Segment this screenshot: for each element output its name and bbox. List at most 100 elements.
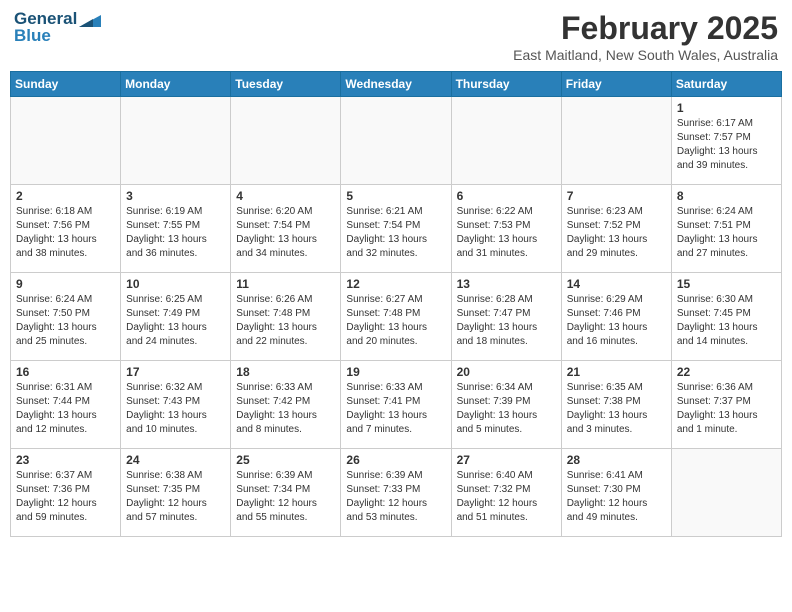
day-number: 10 — [126, 277, 225, 291]
day-info: Sunrise: 6:25 AM Sunset: 7:49 PM Dayligh… — [126, 293, 225, 349]
day-info: Sunrise: 6:33 AM Sunset: 7:41 PM Dayligh… — [346, 381, 445, 437]
day-number: 24 — [126, 453, 225, 467]
day-info: Sunrise: 6:37 AM Sunset: 7:36 PM Dayligh… — [16, 469, 115, 525]
day-number: 6 — [457, 189, 556, 203]
calendar-cell: 1 Sunrise: 6:17 AM Sunset: 7:57 PM Daylig… — [671, 97, 781, 185]
calendar-week-3: 9 Sunrise: 6:24 AM Sunset: 7:50 PM Daylig… — [11, 273, 782, 361]
day-info: Sunrise: 6:19 AM Sunset: 7:55 PM Dayligh… — [126, 205, 225, 261]
day-info: Sunrise: 6:34 AM Sunset: 7:39 PM Dayligh… — [457, 381, 556, 437]
day-number: 16 — [16, 365, 115, 379]
calendar-cell — [341, 97, 451, 185]
calendar-cell: 22 Sunrise: 6:36 AM Sunset: 7:37 PM Dayli… — [671, 361, 781, 449]
day-info: Sunrise: 6:24 AM Sunset: 7:50 PM Dayligh… — [16, 293, 115, 349]
calendar-week-1: 1 Sunrise: 6:17 AM Sunset: 7:57 PM Daylig… — [11, 97, 782, 185]
calendar-cell: 24 Sunrise: 6:38 AM Sunset: 7:35 PM Dayli… — [121, 449, 231, 537]
day-info: Sunrise: 6:24 AM Sunset: 7:51 PM Dayligh… — [677, 205, 776, 261]
page-header: General Blue February 2025 East Maitland… — [10, 10, 782, 63]
calendar-cell: 23 Sunrise: 6:37 AM Sunset: 7:36 PM Dayli… — [11, 449, 121, 537]
day-number: 12 — [346, 277, 445, 291]
weekday-header-row: SundayMondayTuesdayWednesdayThursdayFrid… — [11, 72, 782, 97]
calendar-cell: 25 Sunrise: 6:39 AM Sunset: 7:34 PM Dayli… — [231, 449, 341, 537]
day-number: 3 — [126, 189, 225, 203]
calendar-cell: 19 Sunrise: 6:33 AM Sunset: 7:41 PM Dayli… — [341, 361, 451, 449]
day-number: 2 — [16, 189, 115, 203]
day-info: Sunrise: 6:17 AM Sunset: 7:57 PM Dayligh… — [677, 117, 776, 173]
logo: General Blue — [14, 10, 101, 45]
calendar-cell — [231, 97, 341, 185]
day-number: 19 — [346, 365, 445, 379]
calendar-cell: 9 Sunrise: 6:24 AM Sunset: 7:50 PM Daylig… — [11, 273, 121, 361]
day-info: Sunrise: 6:30 AM Sunset: 7:45 PM Dayligh… — [677, 293, 776, 349]
day-number: 18 — [236, 365, 335, 379]
day-info: Sunrise: 6:35 AM Sunset: 7:38 PM Dayligh… — [567, 381, 666, 437]
weekday-header-monday: Monday — [121, 72, 231, 97]
calendar-cell: 5 Sunrise: 6:21 AM Sunset: 7:54 PM Daylig… — [341, 185, 451, 273]
logo-blue: Blue — [14, 27, 101, 46]
day-number: 5 — [346, 189, 445, 203]
day-info: Sunrise: 6:20 AM Sunset: 7:54 PM Dayligh… — [236, 205, 335, 261]
calendar-cell: 3 Sunrise: 6:19 AM Sunset: 7:55 PM Daylig… — [121, 185, 231, 273]
calendar-cell: 14 Sunrise: 6:29 AM Sunset: 7:46 PM Dayli… — [561, 273, 671, 361]
day-info: Sunrise: 6:36 AM Sunset: 7:37 PM Dayligh… — [677, 381, 776, 437]
day-info: Sunrise: 6:32 AM Sunset: 7:43 PM Dayligh… — [126, 381, 225, 437]
day-info: Sunrise: 6:40 AM Sunset: 7:32 PM Dayligh… — [457, 469, 556, 525]
day-number: 27 — [457, 453, 556, 467]
weekday-header-saturday: Saturday — [671, 72, 781, 97]
calendar-cell: 4 Sunrise: 6:20 AM Sunset: 7:54 PM Daylig… — [231, 185, 341, 273]
day-number: 7 — [567, 189, 666, 203]
day-info: Sunrise: 6:29 AM Sunset: 7:46 PM Dayligh… — [567, 293, 666, 349]
calendar-cell — [451, 97, 561, 185]
day-number: 1 — [677, 101, 776, 115]
day-number: 25 — [236, 453, 335, 467]
calendar-cell: 11 Sunrise: 6:26 AM Sunset: 7:48 PM Dayli… — [231, 273, 341, 361]
day-info: Sunrise: 6:38 AM Sunset: 7:35 PM Dayligh… — [126, 469, 225, 525]
calendar-cell: 27 Sunrise: 6:40 AM Sunset: 7:32 PM Dayli… — [451, 449, 561, 537]
calendar-cell — [121, 97, 231, 185]
calendar-week-2: 2 Sunrise: 6:18 AM Sunset: 7:56 PM Daylig… — [11, 185, 782, 273]
calendar-cell: 15Sunrise: 6:30 AM Sunset: 7:45 PM Dayli… — [671, 273, 781, 361]
day-number: 26 — [346, 453, 445, 467]
day-info: Sunrise: 6:27 AM Sunset: 7:48 PM Dayligh… — [346, 293, 445, 349]
calendar-cell: 21 Sunrise: 6:35 AM Sunset: 7:38 PM Dayli… — [561, 361, 671, 449]
calendar-cell: 12 Sunrise: 6:27 AM Sunset: 7:48 PM Dayli… — [341, 273, 451, 361]
calendar-cell: 28Sunrise: 6:41 AM Sunset: 7:30 PM Dayli… — [561, 449, 671, 537]
calendar-cell: 6 Sunrise: 6:22 AM Sunset: 7:53 PM Daylig… — [451, 185, 561, 273]
weekday-header-thursday: Thursday — [451, 72, 561, 97]
day-number: 17 — [126, 365, 225, 379]
day-info: Sunrise: 6:26 AM Sunset: 7:48 PM Dayligh… — [236, 293, 335, 349]
calendar-cell: 2 Sunrise: 6:18 AM Sunset: 7:56 PM Daylig… — [11, 185, 121, 273]
calendar-week-5: 23 Sunrise: 6:37 AM Sunset: 7:36 PM Dayli… — [11, 449, 782, 537]
title-block: February 2025 East Maitland, New South W… — [513, 10, 778, 63]
day-number: 23 — [16, 453, 115, 467]
calendar-cell: 7Sunrise: 6:23 AM Sunset: 7:52 PM Daylig… — [561, 185, 671, 273]
day-info: Sunrise: 6:21 AM Sunset: 7:54 PM Dayligh… — [346, 205, 445, 261]
calendar-cell: 17 Sunrise: 6:32 AM Sunset: 7:43 PM Dayli… — [121, 361, 231, 449]
calendar-cell: 10 Sunrise: 6:25 AM Sunset: 7:49 PM Dayli… — [121, 273, 231, 361]
calendar-cell: 16 Sunrise: 6:31 AM Sunset: 7:44 PM Dayli… — [11, 361, 121, 449]
calendar-cell — [561, 97, 671, 185]
calendar-cell: 13 Sunrise: 6:28 AM Sunset: 7:47 PM Dayli… — [451, 273, 561, 361]
day-number: 14 — [567, 277, 666, 291]
day-number: 21 — [567, 365, 666, 379]
location: East Maitland, New South Wales, Australi… — [513, 47, 778, 63]
day-info: Sunrise: 6:28 AM Sunset: 7:47 PM Dayligh… — [457, 293, 556, 349]
day-number: 13 — [457, 277, 556, 291]
month-title: February 2025 — [513, 10, 778, 47]
logo-icon — [79, 11, 101, 27]
day-number: 22 — [677, 365, 776, 379]
calendar-cell — [11, 97, 121, 185]
calendar-cell: 20Sunrise: 6:34 AM Sunset: 7:39 PM Dayli… — [451, 361, 561, 449]
day-number: 11 — [236, 277, 335, 291]
weekday-header-friday: Friday — [561, 72, 671, 97]
calendar-cell: 26Sunrise: 6:39 AM Sunset: 7:33 PM Dayli… — [341, 449, 451, 537]
calendar-cell — [671, 449, 781, 537]
calendar-cell: 8Sunrise: 6:24 AM Sunset: 7:51 PM Daylig… — [671, 185, 781, 273]
day-info: Sunrise: 6:18 AM Sunset: 7:56 PM Dayligh… — [16, 205, 115, 261]
weekday-header-tuesday: Tuesday — [231, 72, 341, 97]
day-info: Sunrise: 6:39 AM Sunset: 7:34 PM Dayligh… — [236, 469, 335, 525]
day-info: Sunrise: 6:22 AM Sunset: 7:53 PM Dayligh… — [457, 205, 556, 261]
day-number: 9 — [16, 277, 115, 291]
day-info: Sunrise: 6:31 AM Sunset: 7:44 PM Dayligh… — [16, 381, 115, 437]
day-number: 4 — [236, 189, 335, 203]
day-info: Sunrise: 6:33 AM Sunset: 7:42 PM Dayligh… — [236, 381, 335, 437]
